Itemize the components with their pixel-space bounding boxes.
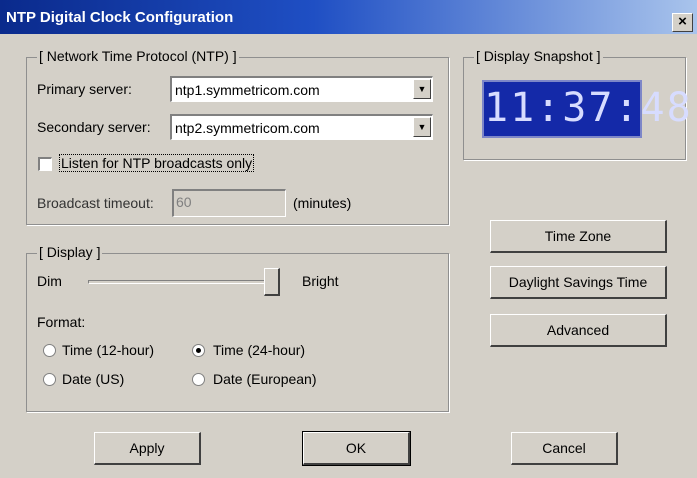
radio-time-24-label[interactable]: Time (24-hour) [213,342,305,358]
primary-server-dropdown-arrow[interactable]: ▼ [413,79,431,99]
chevron-down-icon: ▼ [417,84,427,94]
secondary-server-value: ntp2.symmetricom.com [175,120,320,136]
bright-label: Bright [302,273,339,289]
close-button[interactable]: × [672,13,693,32]
radio-date-us-label[interactable]: Date (US) [62,371,124,387]
primary-server-label: Primary server: [37,81,132,97]
clock-display: 11:37:48 [482,80,691,138]
radio-date-eu[interactable] [192,373,205,386]
primary-server-value: ntp1.symmetricom.com [175,82,320,98]
radio-date-us[interactable] [43,373,56,386]
listen-broadcast-checkbox[interactable] [38,157,52,171]
radio-time-24[interactable] [192,344,205,357]
secondary-server-combo[interactable]: ntp2.symmetricom.com ▼ [170,114,433,140]
time-zone-button[interactable]: Time Zone [490,220,667,253]
secondary-server-label: Secondary server: [37,119,151,135]
advanced-button[interactable]: Advanced [490,314,667,347]
broadcast-timeout-value: 60 [176,194,192,210]
close-icon: × [678,13,687,30]
primary-server-combo[interactable]: ntp1.symmetricom.com ▼ [170,76,433,102]
daylight-savings-button[interactable]: Daylight Savings Time [490,266,667,299]
dim-label: Dim [37,273,62,289]
listen-broadcast-label[interactable]: Listen for NTP broadcasts only [58,154,255,172]
display-group: [ Display ] [26,244,449,412]
secondary-server-dropdown-arrow[interactable]: ▼ [413,117,431,137]
chevron-down-icon: ▼ [417,122,427,132]
broadcast-timeout-field: 60 [172,189,286,217]
title-bar: NTP Digital Clock Configuration [0,0,697,34]
ntp-group-legend: [ Network Time Protocol (NTP) ] [37,48,239,64]
format-label: Format: [37,314,86,330]
radio-time-12-label[interactable]: Time (12-hour) [62,342,154,358]
radio-time-12[interactable] [43,344,56,357]
brightness-slider-thumb[interactable] [264,268,280,296]
broadcast-timeout-label: Broadcast timeout: [37,195,154,211]
ok-button[interactable]: OK [302,431,411,466]
brightness-slider-track[interactable] [88,280,278,284]
apply-button[interactable]: Apply [94,432,201,465]
radio-date-eu-label[interactable]: Date (European) [213,371,317,387]
timeout-unit-label: (minutes) [293,195,352,211]
display-group-legend: [ Display ] [37,244,103,260]
cancel-button[interactable]: Cancel [511,432,618,465]
snapshot-group-legend: [ Display Snapshot ] [474,48,603,64]
window-title: NTP Digital Clock Configuration [6,9,234,26]
